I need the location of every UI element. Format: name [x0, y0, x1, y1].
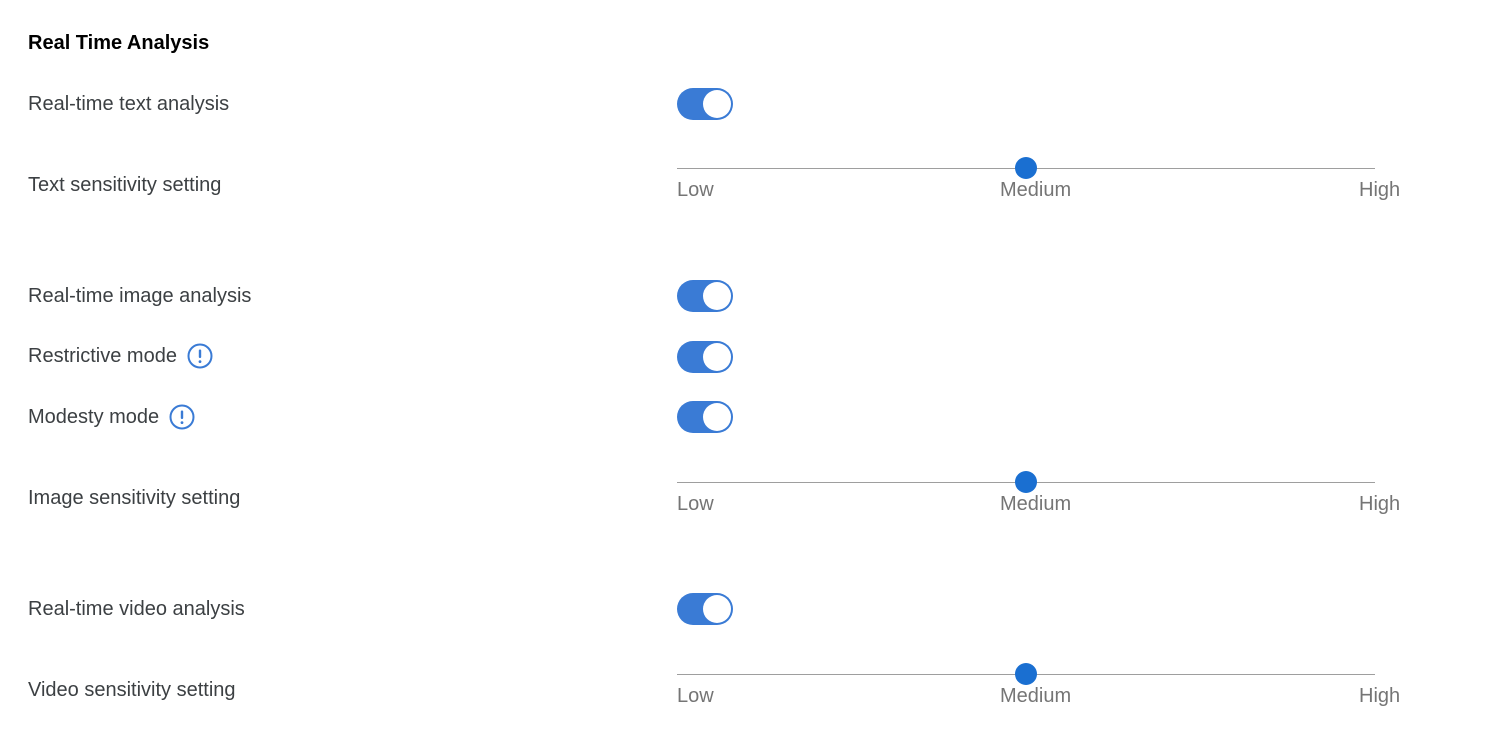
slider-thumb[interactable] — [1015, 471, 1037, 493]
toggle-knob — [703, 282, 731, 310]
text-analysis-label: Real-time text analysis — [28, 93, 230, 115]
image-analysis-toggle[interactable] — [677, 280, 733, 312]
toggle-knob — [703, 595, 731, 623]
tick-label-high: High — [1359, 179, 1401, 201]
tick-label-high: High — [1359, 493, 1401, 515]
info-icon[interactable] — [169, 404, 195, 430]
image-sensitivity-label: Image sensitivity setting — [28, 487, 241, 509]
video-analysis-toggle[interactable] — [677, 593, 733, 625]
restrictive-mode-row: Restrictive mode — [28, 343, 213, 369]
tick-label-medium: Medium — [1000, 179, 1072, 201]
video-sensitivity-label: Video sensitivity setting — [28, 679, 236, 701]
tick-label-low: Low — [677, 685, 714, 707]
modesty-mode-row: Modesty mode — [28, 404, 195, 430]
tick-label-low: Low — [677, 179, 714, 201]
image-sensitivity-slider[interactable]: Low Medium High — [677, 471, 1400, 522]
text-sensitivity-label: Text sensitivity setting — [28, 174, 222, 196]
modesty-mode-toggle[interactable] — [677, 401, 733, 433]
modesty-mode-label: Modesty mode — [28, 406, 160, 428]
tick-label-high: High — [1359, 685, 1401, 707]
video-analysis-label: Real-time video analysis — [28, 598, 245, 620]
info-icon[interactable] — [187, 343, 213, 369]
toggle-knob — [703, 403, 731, 431]
image-analysis-label: Real-time image analysis — [28, 285, 252, 307]
restrictive-mode-label: Restrictive mode — [28, 345, 177, 367]
text-sensitivity-slider[interactable]: Low Medium High — [677, 157, 1400, 208]
tick-label-low: Low — [677, 493, 714, 515]
section-title: Real Time Analysis — [28, 32, 210, 54]
toggle-knob — [703, 343, 731, 371]
tick-label-medium: Medium — [1000, 685, 1072, 707]
text-analysis-toggle[interactable] — [677, 88, 733, 120]
toggle-knob — [703, 90, 731, 118]
restrictive-mode-toggle[interactable] — [677, 341, 733, 373]
tick-label-medium: Medium — [1000, 493, 1072, 515]
slider-thumb[interactable] — [1015, 157, 1037, 179]
slider-thumb[interactable] — [1015, 663, 1037, 685]
video-sensitivity-slider[interactable]: Low Medium High — [677, 663, 1400, 714]
